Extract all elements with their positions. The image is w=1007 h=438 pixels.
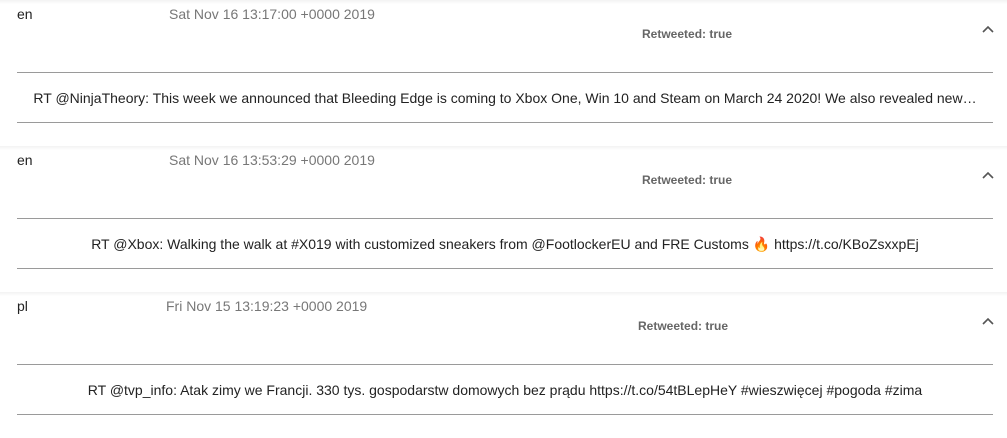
tweet-language: en xyxy=(17,6,33,22)
card-divider xyxy=(0,0,1007,4)
tweet-card: en Sat Nov 16 13:53:29 +0000 2019 Retwee… xyxy=(0,146,1007,292)
retweeted-status: Retweeted: true xyxy=(642,173,733,187)
tweet-date: Sat Nov 16 13:53:29 +0000 2019 xyxy=(169,152,375,168)
retweeted-status: Retweeted: true xyxy=(638,319,729,333)
tweet-card: en Sat Nov 16 13:17:00 +0000 2019 Retwee… xyxy=(0,0,1007,146)
tweet-date: Sat Nov 16 13:17:00 +0000 2019 xyxy=(169,6,375,22)
chevron-up-icon[interactable] xyxy=(981,314,995,328)
retweeted-status: Retweeted: true xyxy=(642,27,733,41)
tweet-text-main: RT @Xbox: Walking the walk at #X019 with… xyxy=(91,236,749,252)
tweet-date: Fri Nov 15 13:19:23 +0000 2019 xyxy=(166,298,368,314)
chevron-up-icon[interactable] xyxy=(981,168,995,182)
divider xyxy=(17,218,993,219)
chevron-up-icon[interactable] xyxy=(981,22,995,36)
fire-emoji-icon: 🔥 xyxy=(752,236,771,252)
divider xyxy=(17,364,993,365)
tweet-text: RT @NinjaTheory: This week we announced … xyxy=(33,90,977,106)
card-divider xyxy=(0,292,1007,296)
tweet-text: RT @tvp_info: Atak zimy we Francji. 330 … xyxy=(87,382,923,398)
divider xyxy=(17,122,993,123)
tweet-card: pl Fri Nov 15 13:19:23 +0000 2019 Retwee… xyxy=(0,292,1007,438)
tweet-text: RT @Xbox: Walking the walk at #X019 with… xyxy=(17,236,993,253)
tweet-language: pl xyxy=(17,298,28,314)
tweet-link[interactable]: https://t.co/KBoZsxxpEj xyxy=(774,236,919,252)
card-divider xyxy=(0,146,1007,150)
divider xyxy=(17,414,993,415)
tweet-language: en xyxy=(17,152,33,168)
divider xyxy=(17,72,993,73)
divider xyxy=(17,268,993,269)
